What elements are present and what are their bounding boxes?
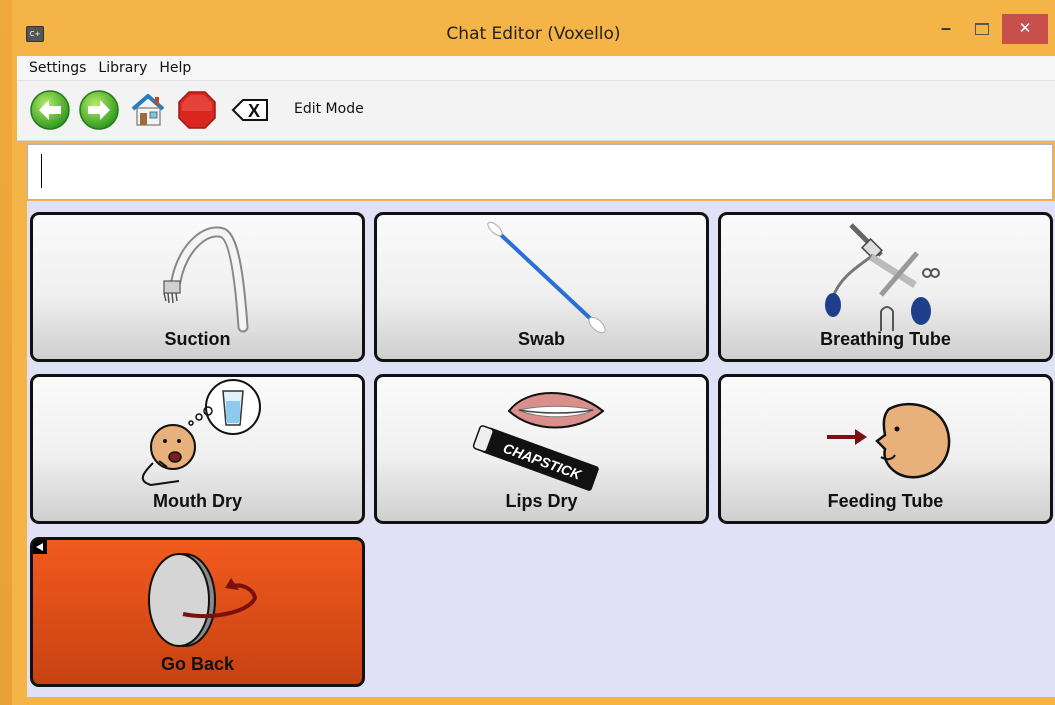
menu-bar: Settings Library Help [17, 56, 1055, 81]
clear-x-glyph: X [248, 101, 260, 121]
clear-text-icon[interactable]: X [229, 89, 271, 131]
mouth-dry-button[interactable]: Mouth Dry [30, 374, 365, 524]
cell-label: Suction [164, 329, 231, 349]
lips-dry-button[interactable]: CHAPSTICK Lips Dry [374, 374, 709, 524]
go-back-button[interactable]: Go Back [30, 537, 365, 687]
maximize-icon [975, 22, 989, 35]
breathing-tube-button[interactable]: Breathing Tube [718, 212, 1053, 362]
stop-sign-icon[interactable] [176, 89, 218, 131]
edit-mode-label[interactable]: Edit Mode [294, 101, 364, 117]
toolbar: X Edit Mode [17, 81, 1055, 141]
app-window: C+ Chat Editor (Voxello) ‒ ✕ Settings Lib… [12, 0, 1055, 705]
feeding-tube-button[interactable]: Feeding Tube [718, 374, 1053, 524]
text-caret [41, 154, 42, 188]
swab-button[interactable]: Swab [374, 212, 709, 362]
desktop-edge [0, 0, 12, 705]
suction-button[interactable]: Suction [30, 212, 365, 362]
menu-settings[interactable]: Settings [17, 56, 92, 80]
forward-arrow-icon[interactable] [78, 89, 120, 131]
message-bar[interactable] [27, 144, 1053, 200]
cell-label: Breathing Tube [820, 329, 951, 349]
cell-label: Swab [517, 329, 565, 349]
cell-label: Mouth Dry [153, 491, 242, 511]
vocabulary-grid: Suction Swab Breathing Tube Mouth Dry CH… [27, 201, 1055, 697]
close-button[interactable]: ✕ [1002, 14, 1048, 44]
cell-label: Feeding Tube [827, 491, 944, 511]
home-icon[interactable] [127, 89, 169, 131]
title-bar[interactable]: C+ Chat Editor (Voxello) ‒ ✕ [12, 0, 1055, 56]
minimize-button[interactable]: ‒ [928, 14, 964, 44]
menu-library[interactable]: Library [92, 56, 153, 80]
window-title: Chat Editor (Voxello) [446, 24, 621, 44]
back-arrow-icon[interactable] [29, 89, 71, 131]
cell-label: Go Back [160, 654, 235, 674]
window-bottom-border [12, 697, 1055, 705]
menu-help[interactable]: Help [153, 56, 197, 80]
maximize-button[interactable] [964, 14, 1000, 44]
cell-label: Lips Dry [505, 491, 578, 511]
